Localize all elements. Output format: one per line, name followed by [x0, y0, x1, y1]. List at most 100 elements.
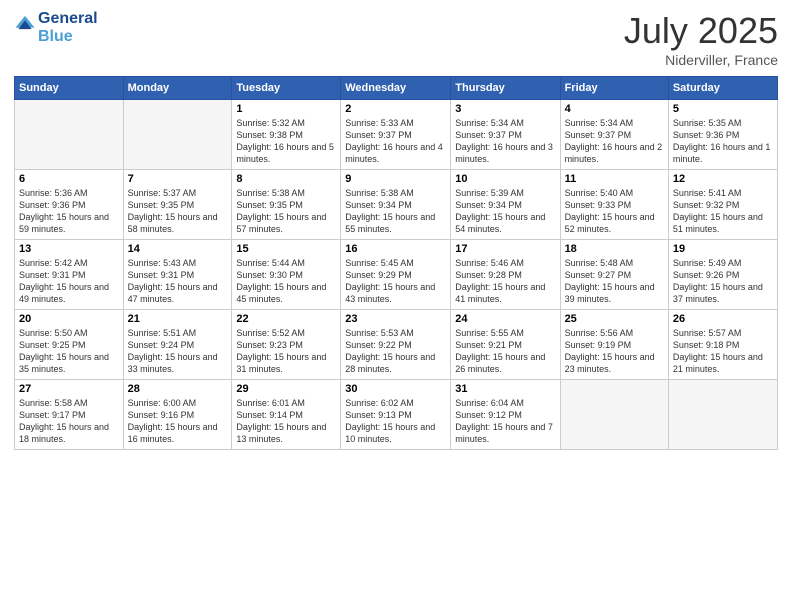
- calendar-cell: 22 Sunrise: 5:52 AMSunset: 9:23 PMDayligh…: [232, 310, 341, 380]
- page: General Blue July 2025 Niderviller, Fran…: [0, 0, 792, 612]
- logo-icon: [14, 13, 36, 35]
- cell-info: Sunrise: 5:39 AMSunset: 9:34 PMDaylight:…: [455, 187, 555, 236]
- calendar-cell: 3 Sunrise: 5:34 AMSunset: 9:37 PMDaylight…: [451, 100, 560, 170]
- calendar-cell: [123, 100, 232, 170]
- week-row-5: 27 Sunrise: 5:58 AMSunset: 9:17 PMDayligh…: [15, 380, 778, 450]
- cell-day-number: 1: [236, 103, 336, 115]
- calendar-cell: 12Sunrise: 5:41 AMSunset: 9:32 PMDayligh…: [668, 170, 777, 240]
- cell-day-number: 25: [565, 313, 664, 325]
- cell-day-number: 15: [236, 243, 336, 255]
- cell-day-number: 31: [455, 383, 555, 395]
- cell-info: Sunrise: 5:48 AMSunset: 9:27 PMDaylight:…: [565, 257, 664, 306]
- cell-info: Sunrise: 5:38 AMSunset: 9:34 PMDaylight:…: [345, 187, 446, 236]
- cell-info: Sunrise: 5:51 AMSunset: 9:24 PMDaylight:…: [128, 327, 228, 376]
- cell-day-number: 4: [565, 103, 664, 115]
- calendar-cell: 1 Sunrise: 5:32 AMSunset: 9:38 PMDaylight…: [232, 100, 341, 170]
- calendar-cell: 13Sunrise: 5:42 AMSunset: 9:31 PMDayligh…: [15, 240, 124, 310]
- calendar-body: 1 Sunrise: 5:32 AMSunset: 9:38 PMDaylight…: [15, 100, 778, 450]
- cell-info: Sunrise: 5:36 AMSunset: 9:36 PMDaylight:…: [19, 187, 119, 236]
- cell-info: Sunrise: 5:56 AMSunset: 9:19 PMDaylight:…: [565, 327, 664, 376]
- week-row-1: 1 Sunrise: 5:32 AMSunset: 9:38 PMDaylight…: [15, 100, 778, 170]
- cell-day-number: 13: [19, 243, 119, 255]
- cell-day-number: 2: [345, 103, 446, 115]
- cell-day-number: 10: [455, 173, 555, 185]
- cell-info: Sunrise: 5:35 AMSunset: 9:36 PMDaylight:…: [673, 117, 773, 166]
- col-header-tuesday: Tuesday: [232, 77, 341, 100]
- cell-day-number: 6: [19, 173, 119, 185]
- calendar-cell: 5 Sunrise: 5:35 AMSunset: 9:36 PMDaylight…: [668, 100, 777, 170]
- calendar-cell: 25 Sunrise: 5:56 AMSunset: 9:19 PMDayligh…: [560, 310, 668, 380]
- calendar-cell: 19Sunrise: 5:49 AMSunset: 9:26 PMDayligh…: [668, 240, 777, 310]
- title-block: July 2025 Niderviller, France: [624, 10, 778, 68]
- cell-day-number: 26: [673, 313, 773, 325]
- calendar-cell: 8 Sunrise: 5:38 AMSunset: 9:35 PMDaylight…: [232, 170, 341, 240]
- cell-day-number: 19: [673, 243, 773, 255]
- logo: General Blue: [14, 10, 98, 45]
- calendar-cell: 16Sunrise: 5:45 AMSunset: 9:29 PMDayligh…: [341, 240, 451, 310]
- header: General Blue July 2025 Niderviller, Fran…: [14, 10, 778, 68]
- calendar-cell: 9Sunrise: 5:38 AMSunset: 9:34 PMDaylight…: [341, 170, 451, 240]
- cell-day-number: 8: [236, 173, 336, 185]
- cell-info: Sunrise: 5:32 AMSunset: 9:38 PMDaylight:…: [236, 117, 336, 166]
- cell-info: Sunrise: 5:43 AMSunset: 9:31 PMDaylight:…: [128, 257, 228, 306]
- calendar-table: SundayMondayTuesdayWednesdayThursdayFrid…: [14, 76, 778, 450]
- cell-day-number: 5: [673, 103, 773, 115]
- calendar-cell: 29 Sunrise: 6:01 AMSunset: 9:14 PMDayligh…: [232, 380, 341, 450]
- calendar-cell: 21 Sunrise: 5:51 AMSunset: 9:24 PMDayligh…: [123, 310, 232, 380]
- cell-day-number: 30: [345, 383, 446, 395]
- calendar-cell: 27 Sunrise: 5:58 AMSunset: 9:17 PMDayligh…: [15, 380, 124, 450]
- logo-line2: Blue: [38, 28, 98, 46]
- cell-day-number: 24: [455, 313, 555, 325]
- week-row-2: 6 Sunrise: 5:36 AMSunset: 9:36 PMDaylight…: [15, 170, 778, 240]
- week-row-3: 13Sunrise: 5:42 AMSunset: 9:31 PMDayligh…: [15, 240, 778, 310]
- cell-info: Sunrise: 6:04 AMSunset: 9:12 PMDaylight:…: [455, 397, 555, 446]
- col-header-sunday: Sunday: [15, 77, 124, 100]
- calendar-cell: 17Sunrise: 5:46 AMSunset: 9:28 PMDayligh…: [451, 240, 560, 310]
- cell-info: Sunrise: 5:40 AMSunset: 9:33 PMDaylight:…: [565, 187, 664, 236]
- cell-day-number: 7: [128, 173, 228, 185]
- cell-info: Sunrise: 5:34 AMSunset: 9:37 PMDaylight:…: [565, 117, 664, 166]
- cell-day-number: 14: [128, 243, 228, 255]
- calendar-cell: 14 Sunrise: 5:43 AMSunset: 9:31 PMDayligh…: [123, 240, 232, 310]
- calendar-cell: 6 Sunrise: 5:36 AMSunset: 9:36 PMDaylight…: [15, 170, 124, 240]
- cell-day-number: 23: [345, 313, 446, 325]
- calendar-cell: [560, 380, 668, 450]
- calendar-cell: [15, 100, 124, 170]
- cell-info: Sunrise: 6:00 AMSunset: 9:16 PMDaylight:…: [128, 397, 228, 446]
- col-header-monday: Monday: [123, 77, 232, 100]
- calendar-cell: 30Sunrise: 6:02 AMSunset: 9:13 PMDayligh…: [341, 380, 451, 450]
- cell-info: Sunrise: 6:01 AMSunset: 9:14 PMDaylight:…: [236, 397, 336, 446]
- calendar-cell: 15Sunrise: 5:44 AMSunset: 9:30 PMDayligh…: [232, 240, 341, 310]
- cell-day-number: 21: [128, 313, 228, 325]
- cell-day-number: 29: [236, 383, 336, 395]
- cell-day-number: 11: [565, 173, 664, 185]
- calendar-cell: 26Sunrise: 5:57 AMSunset: 9:18 PMDayligh…: [668, 310, 777, 380]
- calendar-cell: 23 Sunrise: 5:53 AMSunset: 9:22 PMDayligh…: [341, 310, 451, 380]
- week-row-4: 20Sunrise: 5:50 AMSunset: 9:25 PMDayligh…: [15, 310, 778, 380]
- calendar-cell: 10 Sunrise: 5:39 AMSunset: 9:34 PMDayligh…: [451, 170, 560, 240]
- col-header-thursday: Thursday: [451, 77, 560, 100]
- cell-info: Sunrise: 5:34 AMSunset: 9:37 PMDaylight:…: [455, 117, 555, 166]
- cell-day-number: 18: [565, 243, 664, 255]
- calendar-cell: 4 Sunrise: 5:34 AMSunset: 9:37 PMDaylight…: [560, 100, 668, 170]
- cell-info: Sunrise: 5:38 AMSunset: 9:35 PMDaylight:…: [236, 187, 336, 236]
- cell-info: Sunrise: 5:58 AMSunset: 9:17 PMDaylight:…: [19, 397, 119, 446]
- cell-day-number: 3: [455, 103, 555, 115]
- cell-day-number: 28: [128, 383, 228, 395]
- col-header-wednesday: Wednesday: [341, 77, 451, 100]
- cell-day-number: 16: [345, 243, 446, 255]
- cell-day-number: 27: [19, 383, 119, 395]
- calendar-cell: 11 Sunrise: 5:40 AMSunset: 9:33 PMDayligh…: [560, 170, 668, 240]
- cell-info: Sunrise: 5:46 AMSunset: 9:28 PMDaylight:…: [455, 257, 555, 306]
- cell-info: Sunrise: 5:53 AMSunset: 9:22 PMDaylight:…: [345, 327, 446, 376]
- calendar-cell: 20Sunrise: 5:50 AMSunset: 9:25 PMDayligh…: [15, 310, 124, 380]
- calendar-cell: 18 Sunrise: 5:48 AMSunset: 9:27 PMDayligh…: [560, 240, 668, 310]
- calendar-cell: 24 Sunrise: 5:55 AMSunset: 9:21 PMDayligh…: [451, 310, 560, 380]
- cell-day-number: 22: [236, 313, 336, 325]
- cell-info: Sunrise: 5:52 AMSunset: 9:23 PMDaylight:…: [236, 327, 336, 376]
- cell-info: Sunrise: 5:55 AMSunset: 9:21 PMDaylight:…: [455, 327, 555, 376]
- cell-info: Sunrise: 5:50 AMSunset: 9:25 PMDaylight:…: [19, 327, 119, 376]
- calendar-header-row: SundayMondayTuesdayWednesdayThursdayFrid…: [15, 77, 778, 100]
- col-header-saturday: Saturday: [668, 77, 777, 100]
- cell-info: Sunrise: 5:41 AMSunset: 9:32 PMDaylight:…: [673, 187, 773, 236]
